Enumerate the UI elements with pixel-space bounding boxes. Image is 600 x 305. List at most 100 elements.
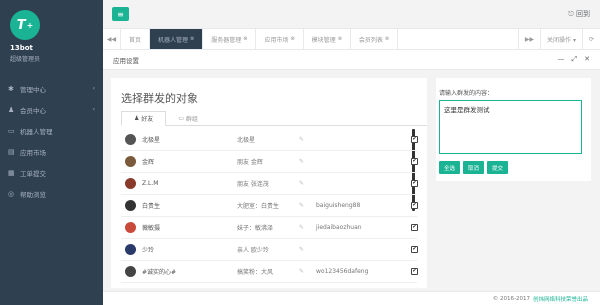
- tab-friends[interactable]: ♟ 好友: [121, 111, 167, 126]
- top-bar: ≡ ⎋ 回到: [103, 0, 600, 29]
- footer: © 2016-2017 创炜网络科技荣誉出品: [103, 291, 600, 305]
- select-all-button[interactable]: 全选: [439, 161, 461, 174]
- user-name[interactable]: 13bot: [10, 44, 103, 52]
- friend-name: 薇敏摄: [142, 225, 161, 232]
- sidebar-item-ticket-submit[interactable]: ▦ 工单提交: [0, 162, 103, 183]
- avatar: [125, 200, 136, 211]
- panel-controls: — ⤢ ✕: [558, 55, 590, 64]
- tab-label: 会员列表: [358, 36, 383, 44]
- sidebar-item-admin-center[interactable]: ✱ 管理中心 ‹: [0, 78, 103, 99]
- select-checkbox[interactable]: ✔: [411, 224, 418, 231]
- user-role[interactable]: 超级管理员: [10, 54, 103, 63]
- tabs-prev-button[interactable]: ◀◀: [103, 29, 121, 49]
- store-icon: ▤: [8, 147, 15, 156]
- select-checkbox[interactable]: ✔: [411, 158, 418, 165]
- refresh-icon: ⟳: [588, 35, 594, 43]
- tab-robot-management[interactable]: 机器人管理 ⊗: [150, 29, 204, 49]
- tab-label: 好友: [141, 116, 154, 123]
- sidebar-item-label: 应用市场: [20, 148, 46, 157]
- chevron-left-icon: ‹: [92, 106, 95, 113]
- page-tabs: ◀◀ 首页 机器人管理 ⊗ 服务器管理 ⊗ 应用市场 ⊗ 模块管理 ⊗ 会员列表 ⊗ ▶▶…: [103, 29, 600, 50]
- list-item[interactable]: Z.L.M 朋友 张连茂 ✎ ✔: [121, 173, 418, 195]
- friend-remark: 亲人 欧少玲: [237, 247, 269, 254]
- friend-remark: 妹子：敏沸泽: [237, 225, 274, 232]
- comment-icon: ✎: [299, 158, 305, 165]
- friend-account: wo123456dafeng: [316, 268, 369, 275]
- sidebar-item-robot-management[interactable]: ▭ 机器人管理: [0, 120, 103, 141]
- close-icon[interactable]: ⊗: [385, 36, 389, 42]
- menu-toggle-button[interactable]: ≡: [112, 7, 129, 21]
- select-checkbox[interactable]: ✔: [411, 268, 418, 275]
- maximize-icon[interactable]: ⤢: [572, 55, 578, 64]
- comment-icon: ✎: [299, 136, 305, 143]
- tabs-spacer: [398, 29, 518, 49]
- action-buttons: 全选 取消 提交: [439, 161, 509, 174]
- comment-icon: ✎: [299, 224, 305, 231]
- select-checkbox[interactable]: ✔: [411, 202, 418, 209]
- close-icon[interactable]: ⊗: [338, 36, 342, 42]
- select-checkbox[interactable]: ✔: [411, 246, 418, 253]
- tab-label: 机器人管理: [158, 36, 189, 44]
- gear-icon: ✱: [8, 84, 14, 93]
- tab-home[interactable]: 首页: [121, 29, 151, 49]
- panel-header: 应用设置 — ⤢ ✕: [103, 50, 600, 70]
- sidebar-item-label: 会员中心: [20, 106, 46, 115]
- logo: T +: [10, 10, 40, 40]
- message-panel: 请输入群发的内容： 这里是群发测试 全选 取消 提交: [436, 78, 591, 181]
- sidebar-item-help[interactable]: ◎ 帮助浏览: [0, 183, 103, 204]
- tab-server-management[interactable]: 服务器管理 ⊗: [203, 29, 257, 49]
- refresh-button[interactable]: ⟳: [581, 29, 600, 49]
- company-link[interactable]: 创炜网络科技荣誉出品: [533, 295, 588, 303]
- select-checkbox[interactable]: ✔: [411, 136, 418, 143]
- avatar: [125, 266, 136, 277]
- tab-member-list[interactable]: 会员列表 ⊗: [351, 29, 399, 49]
- comment-icon: ✎: [299, 202, 305, 209]
- sidebar-item-label: 帮助浏览: [20, 190, 46, 199]
- close-icon[interactable]: ✕: [584, 55, 590, 64]
- list-item[interactable]: 白贵生 大肥室：白贵生 ✎ baiguisheng88 ✔: [121, 195, 418, 217]
- close-icon[interactable]: ⊗: [190, 36, 194, 42]
- tab-label: 应用市场: [264, 36, 289, 44]
- tabs-next-button[interactable]: ▶▶: [517, 29, 540, 49]
- hamburger-icon: ≡: [117, 9, 124, 19]
- monitor-icon: ▭: [8, 126, 15, 135]
- sidebar-item-label: 工单提交: [20, 169, 46, 178]
- friend-remark: 朋友 金辉: [237, 159, 263, 166]
- comment-icon: ✎: [299, 268, 305, 275]
- message-label: 请输入群发的内容：: [439, 90, 494, 97]
- tab-module-management[interactable]: 模块管理 ⊗: [304, 29, 351, 49]
- message-textarea[interactable]: 这里是群发测试: [439, 100, 582, 154]
- list-item[interactable]: 少玲 亲人 欧少玲 ✎ ✔: [121, 239, 418, 261]
- close-operations-dropdown[interactable]: 关闭操作 ▾: [540, 29, 582, 49]
- close-icon[interactable]: ⊗: [243, 36, 247, 42]
- double-chevron-right-icon: ▶▶: [524, 35, 535, 43]
- friend-remark: 北极星: [237, 137, 256, 144]
- tab-groups[interactable]: ▭ 群组: [166, 111, 210, 125]
- tab-app-market[interactable]: 应用市场 ⊗: [256, 29, 304, 49]
- copyright-text: © 2016-2017: [492, 295, 530, 302]
- list-item[interactable]: 金辉 朋友 金辉 ✎ ✔: [121, 151, 418, 173]
- friend-name: 白贵生: [142, 203, 161, 210]
- exit-label: 回到: [576, 10, 590, 18]
- close-operations-label: 关闭操作 ▾: [547, 36, 576, 44]
- list-item[interactable]: 薇敏摄 妹子：敏沸泽 ✎ jiedaibaozhuan ✔: [121, 217, 418, 239]
- exit-link[interactable]: ⎋ 回到: [568, 9, 590, 19]
- sidebar-item-label: 管理中心: [20, 85, 46, 94]
- friend-name: Z.L.M: [142, 180, 159, 187]
- friend-name: 金辉: [142, 159, 155, 166]
- recipient-tabs: ♟ 好友 ▭ 群组: [121, 111, 427, 126]
- list-item[interactable]: 北极星 北极星 ✎ ✔: [121, 129, 418, 151]
- sidebar-item-member-center[interactable]: ♟ 会员中心 ‹: [0, 99, 103, 120]
- close-icon[interactable]: ⊗: [290, 36, 294, 42]
- friend-name: 少玲: [142, 247, 155, 254]
- sidebar-item-app-market[interactable]: ▤ 应用市场: [0, 141, 103, 162]
- cancel-button[interactable]: 取消: [463, 161, 485, 174]
- tab-label: 首页: [129, 36, 142, 44]
- minimize-icon[interactable]: —: [558, 55, 565, 64]
- user-icon: ♟: [134, 115, 142, 122]
- submit-button[interactable]: 提交: [487, 161, 509, 174]
- avatar: [125, 134, 136, 145]
- select-checkbox[interactable]: ✔: [411, 180, 418, 187]
- list-item[interactable]: #诚实的心# 搞笑粉：大风 ✎ wo123456dafeng ✔: [121, 261, 418, 283]
- friend-remark: 朋友 张连茂: [237, 181, 269, 188]
